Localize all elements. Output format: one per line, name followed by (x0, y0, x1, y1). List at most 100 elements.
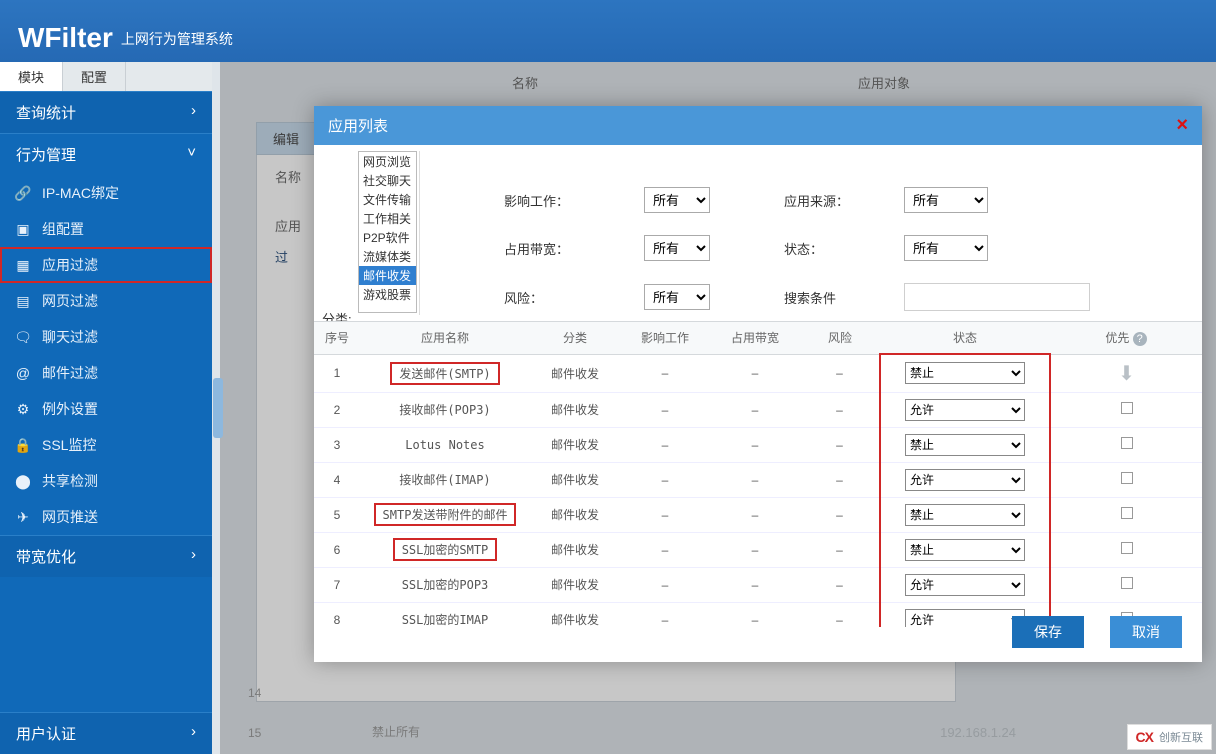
state-select[interactable]: 禁止 (905, 504, 1025, 526)
cell-state: 允许 (880, 567, 1050, 602)
close-icon[interactable]: × (1176, 114, 1188, 137)
download-icon[interactable]: ⬇ (1118, 363, 1135, 385)
cell-state: 禁止 (880, 427, 1050, 462)
sidebar-item-label: 例外设置 (42, 399, 98, 419)
cell-impact: – (620, 354, 710, 392)
cell-name: 发送邮件(SMTP) (360, 354, 530, 392)
group-icon: ▣ (14, 221, 32, 238)
category-option[interactable]: 流媒体类 (359, 247, 416, 266)
col-impact: 影响工作 (620, 322, 710, 354)
cell-risk: – (800, 497, 880, 532)
cell-risk: – (800, 462, 880, 497)
cell-name: SSL加密的IMAP (360, 602, 530, 627)
table-row: 6SSL加密的SMTP邮件收发–––禁止 (314, 532, 1202, 567)
cell-cat: 邮件收发 (530, 354, 620, 392)
sidebar-item-1[interactable]: ▣组配置 (0, 211, 212, 247)
category-option[interactable]: 游戏股票 (359, 285, 416, 304)
state-select[interactable]: 禁止 (905, 362, 1025, 384)
nav-group-auth[interactable]: 用户认证 › (0, 712, 212, 754)
cell-cat: 邮件收发 (530, 427, 620, 462)
category-option[interactable]: 邮件收发 (359, 266, 416, 285)
nav-list: 🔗IP-MAC绑定▣组配置▦应用过滤▤网页过滤🗨聊天过滤@邮件过滤⚙例外设置🔒S… (0, 175, 212, 535)
filter-status-label: 状态： (784, 239, 904, 258)
category-option[interactable]: 文件传输 (359, 190, 416, 209)
sidebar-item-9[interactable]: ✈网页推送 (0, 499, 212, 535)
filter-risk-select[interactable]: 所有 (644, 284, 710, 310)
state-select[interactable]: 允许 (905, 399, 1025, 421)
cell-risk: – (800, 532, 880, 567)
sidebar-item-6[interactable]: ⚙例外设置 (0, 391, 212, 427)
col-name: 应用名称 (360, 322, 530, 354)
cell-no: 2 (314, 392, 360, 427)
filter-status-select[interactable]: 所有 (904, 235, 988, 261)
sidebar-item-4[interactable]: 🗨聊天过滤 (0, 319, 212, 355)
filter-impact-select[interactable]: 所有 (644, 187, 710, 213)
sidebar-item-8[interactable]: ⬤共享检测 (0, 463, 212, 499)
priority-checkbox[interactable] (1121, 402, 1133, 414)
col-bw: 占用带宽 (710, 322, 800, 354)
nav-group-behavior[interactable]: 行为管理 ˅ (0, 133, 212, 175)
filter-search-input[interactable] (904, 283, 1090, 311)
sidebar-item-7[interactable]: 🔒SSL监控 (0, 427, 212, 463)
state-select[interactable]: 允许 (905, 609, 1025, 628)
cell-name: SSL加密的POP3 (360, 567, 530, 602)
cell-state: 禁止 (880, 354, 1050, 392)
category-option[interactable]: 工作相关 (359, 209, 416, 228)
cell-impact: – (620, 532, 710, 567)
cell-risk: – (800, 567, 880, 602)
state-select[interactable]: 禁止 (905, 539, 1025, 561)
cell-impact: – (620, 392, 710, 427)
col-no: 序号 (314, 322, 360, 354)
sidebar-tab-config[interactable]: 配置 (63, 62, 126, 91)
filter-source-select[interactable]: 所有 (904, 187, 988, 213)
sidebar-item-3[interactable]: ▤网页过滤 (0, 283, 212, 319)
cell-impact: – (620, 497, 710, 532)
category-option[interactable]: P2P软件 (359, 228, 416, 247)
cell-state: 允许 (880, 392, 1050, 427)
app-list-modal: 应用列表 × 网页浏览社交聊天文件传输工作相关P2P软件流媒体类邮件收发游戏股票… (314, 106, 1202, 662)
category-option[interactable]: 社交聊天 (359, 171, 416, 190)
priority-checkbox[interactable] (1121, 507, 1133, 519)
category-listbox[interactable]: 网页浏览社交聊天文件传输工作相关P2P软件流媒体类邮件收发游戏股票 (358, 151, 417, 313)
state-select[interactable]: 允许 (905, 574, 1025, 596)
cell-impact: – (620, 567, 710, 602)
nav-group-bandwidth[interactable]: 带宽优化 › (0, 535, 212, 577)
cell-impact: – (620, 427, 710, 462)
save-button[interactable]: 保存 (1012, 616, 1084, 648)
priority-checkbox[interactable] (1121, 577, 1133, 589)
chevron-down-icon: ˅ (187, 144, 196, 165)
cell-bw: – (710, 427, 800, 462)
send-icon: ✈ (14, 509, 32, 526)
filter-bw-select[interactable]: 所有 (644, 235, 710, 261)
help-icon[interactable]: ? (1133, 332, 1147, 346)
cell-risk: – (800, 354, 880, 392)
state-select[interactable]: 允许 (905, 469, 1025, 491)
cell-name: Lotus Notes (360, 427, 530, 462)
cell-prio (1050, 497, 1202, 532)
col-cat: 分类 (530, 322, 620, 354)
sidebar-item-5[interactable]: @邮件过滤 (0, 355, 212, 391)
nav-group-query[interactable]: 查询统计 › (0, 91, 212, 133)
file-icon: ▤ (14, 293, 32, 310)
cell-no: 3 (314, 427, 360, 462)
nav-group-label: 带宽优化 (16, 546, 76, 567)
grid-icon: ▦ (14, 257, 32, 274)
cell-name: 接收邮件(IMAP) (360, 462, 530, 497)
priority-checkbox[interactable] (1121, 472, 1133, 484)
cell-state: 允许 (880, 462, 1050, 497)
cell-prio (1050, 462, 1202, 497)
priority-checkbox[interactable] (1121, 542, 1133, 554)
sidebar-drag-handle[interactable] (212, 62, 224, 754)
nav-group-label: 查询统计 (16, 102, 76, 123)
chevron-right-icon: › (191, 546, 196, 567)
state-select[interactable]: 禁止 (905, 434, 1025, 456)
cell-prio (1050, 567, 1202, 602)
priority-checkbox[interactable] (1121, 437, 1133, 449)
cancel-button[interactable]: 取消 (1110, 616, 1182, 648)
sidebar-item-2[interactable]: ▦应用过滤 (0, 247, 212, 283)
table-row: 7SSL加密的POP3邮件收发–––允许 (314, 567, 1202, 602)
cell-no: 7 (314, 567, 360, 602)
category-option[interactable]: 网页浏览 (359, 152, 416, 171)
sidebar-item-0[interactable]: 🔗IP-MAC绑定 (0, 175, 212, 211)
sidebar-tab-modules[interactable]: 模块 (0, 62, 63, 91)
